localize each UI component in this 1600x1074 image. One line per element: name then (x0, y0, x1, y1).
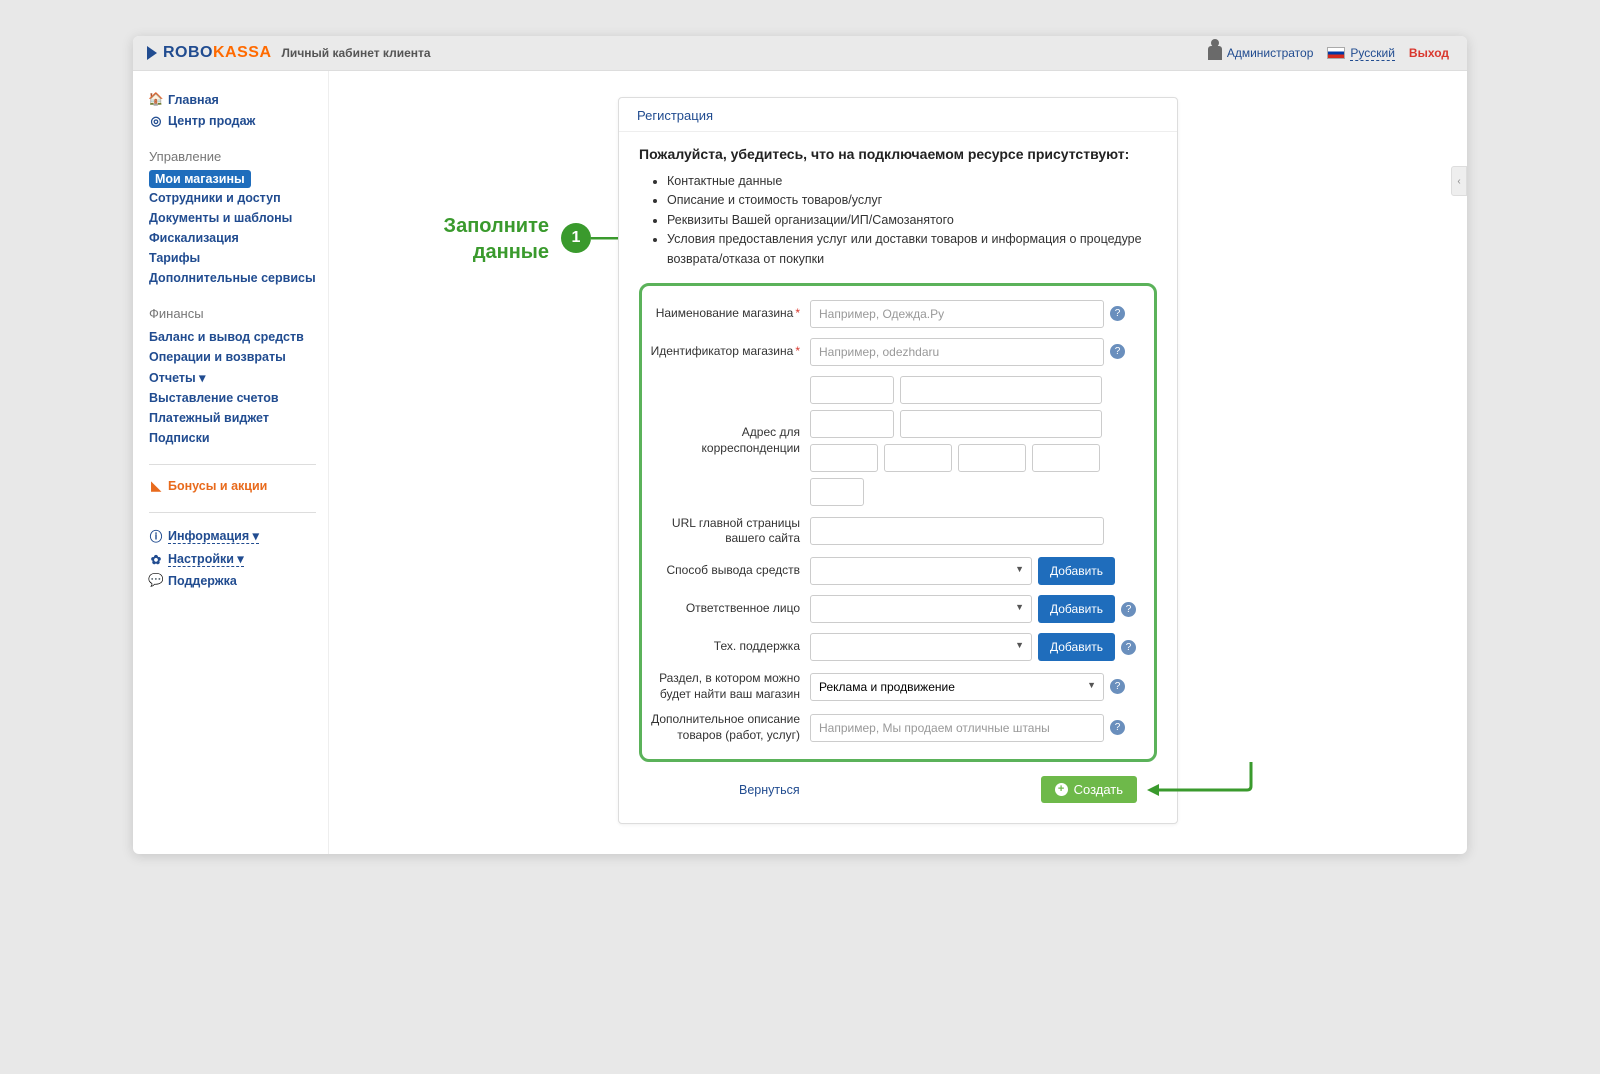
sidebar-section-fin: Финансы (149, 306, 316, 321)
logo-text-1: ROBO (163, 44, 213, 62)
help-icon[interactable]: ? (1121, 640, 1136, 655)
help-icon[interactable]: ? (1110, 679, 1125, 694)
sidebar-bonus[interactable]: ◣ Бонусы и акции (149, 475, 316, 496)
sidebar-settings[interactable]: ✿ Настройки ▾ (149, 548, 316, 570)
checklist: Контактные данные Описание и стоимость т… (667, 172, 1157, 269)
registration-card: Регистрация Пожалуйста, убедитесь, что н… (618, 97, 1178, 824)
sidebar-home[interactable]: 🏠 Главная (149, 89, 316, 110)
sidebar-info[interactable]: ⓘ Информация ▾ (149, 523, 316, 548)
label-withdraw: Способ вывода средств (642, 563, 810, 579)
card-tab[interactable]: Регистрация (619, 98, 1177, 132)
sidebar-home-label: Главная (168, 93, 219, 107)
sidebar-sales[interactable]: ◎ Центр продаж (149, 110, 316, 131)
sidebar-staff[interactable]: Сотрудники и доступ (149, 188, 316, 208)
help-icon[interactable]: ? (1110, 720, 1125, 735)
checklist-item: Контактные данные (667, 172, 1157, 191)
connector-arrow-2 (1141, 762, 1261, 822)
select-withdraw[interactable] (810, 557, 1032, 585)
label-store-id: Идентификатор магазина* (642, 344, 810, 360)
admin-label: Администратор (1227, 46, 1314, 60)
annotation-badge-1: 1 (561, 223, 591, 253)
select-support[interactable] (810, 633, 1032, 661)
create-button-label: Создать (1074, 782, 1123, 797)
help-icon[interactable]: ? (1110, 344, 1125, 359)
input-url[interactable] (810, 517, 1104, 545)
input-address-5[interactable] (810, 444, 878, 472)
user-icon (1208, 46, 1222, 60)
admin-link[interactable]: Администратор (1208, 46, 1314, 60)
card-heading: Пожалуйста, убедитесь, что на подключаем… (639, 146, 1157, 162)
main-area: Заполните данные 1 Регистрация Пожалуйст… (329, 71, 1467, 854)
sidebar-settings-label: Настройки ▾ (168, 551, 244, 567)
annotation-fill: Заполните данные (369, 213, 549, 265)
select-section[interactable]: Реклама и продвижение (810, 673, 1104, 701)
info-icon: ⓘ (149, 526, 163, 545)
input-address-3[interactable] (810, 410, 894, 438)
help-icon[interactable]: ? (1110, 306, 1125, 321)
sidebar-balance[interactable]: Баланс и вывод средств (149, 327, 316, 347)
plus-icon: + (1055, 783, 1068, 796)
add-responsible-button[interactable]: Добавить (1038, 595, 1115, 623)
logo-mark-icon (147, 46, 157, 60)
label-support: Тех. поддержка (642, 639, 810, 655)
input-address-4[interactable] (900, 410, 1102, 438)
input-desc[interactable] (810, 714, 1104, 742)
input-address-9[interactable] (810, 478, 864, 506)
sidebar-stores[interactable]: Мои магазины (149, 170, 251, 188)
input-store-id[interactable] (810, 338, 1104, 366)
sidebar-support[interactable]: 💬 Поддержка (149, 570, 316, 591)
label-address: Адрес для корреспонденции (642, 425, 810, 456)
help-icon[interactable]: ? (1121, 602, 1136, 617)
input-store-name[interactable] (810, 300, 1104, 328)
form-highlight: Наименование магазина* ? Идентификатор м… (639, 283, 1157, 763)
target-icon: ◎ (149, 113, 163, 128)
collapse-handle[interactable]: ‹ (1451, 166, 1467, 196)
gear-icon: ✿ (149, 552, 163, 567)
label-desc: Дополнительное описание товаров (работ, … (642, 712, 810, 743)
sidebar-widget[interactable]: Платежный виджет (149, 408, 316, 428)
chat-icon: 💬 (149, 573, 163, 588)
sidebar-fisc[interactable]: Фискализация (149, 228, 316, 248)
sidebar-reports[interactable]: Отчеты ▾ (149, 367, 316, 388)
logo: ROBOKASSA (147, 44, 272, 62)
sidebar-invoice[interactable]: Выставление счетов (149, 388, 316, 408)
input-address-1[interactable] (810, 376, 894, 404)
add-withdraw-button[interactable]: Добавить (1038, 557, 1115, 585)
header-subtitle: Личный кабинет клиента (282, 46, 431, 60)
sidebar-docs[interactable]: Документы и шаблоны (149, 208, 316, 228)
label-responsible: Ответственное лицо (642, 601, 810, 617)
sidebar-subs[interactable]: Подписки (149, 428, 316, 448)
lang-link[interactable]: Русский (1327, 46, 1395, 61)
checklist-item: Реквизиты Вашей организации/ИП/Самозанят… (667, 211, 1157, 230)
select-responsible[interactable] (810, 595, 1032, 623)
create-button[interactable]: + Создать (1041, 776, 1137, 803)
input-address-2[interactable] (900, 376, 1102, 404)
label-store-name: Наименование магазина* (642, 306, 810, 322)
label-url: URL главной страницы вашего сайта (642, 516, 810, 547)
logo-text-2: KASSA (213, 44, 272, 62)
home-icon: 🏠 (149, 92, 163, 107)
sidebar-ops[interactable]: Операции и возвраты (149, 347, 316, 367)
checklist-item: Условия предоставления услуг или доставк… (667, 230, 1157, 269)
sidebar-info-label: Информация ▾ (168, 528, 259, 544)
input-address-8[interactable] (1032, 444, 1100, 472)
lang-label: Русский (1350, 46, 1395, 61)
input-address-7[interactable] (958, 444, 1026, 472)
sidebar-sales-label: Центр продаж (168, 114, 255, 128)
sidebar-bonus-label: Бонусы и акции (168, 479, 267, 493)
logout-link[interactable]: Выход (1409, 46, 1449, 60)
checklist-item: Описание и стоимость товаров/услуг (667, 191, 1157, 210)
back-button[interactable]: Вернуться (739, 783, 800, 797)
add-support-button[interactable]: Добавить (1038, 633, 1115, 661)
label-section: Раздел, в котором можно будет найти ваш … (642, 671, 810, 702)
top-bar: ROBOKASSA Личный кабинет клиента Админис… (133, 36, 1467, 71)
ribbon-icon: ◣ (149, 478, 163, 493)
sidebar-section-mgmt: Управление (149, 149, 316, 164)
flag-ru-icon (1327, 47, 1345, 59)
sidebar: 🏠 Главная ◎ Центр продаж Управление Мои ма… (133, 71, 329, 854)
sidebar-tariffs[interactable]: Тарифы (149, 248, 316, 268)
sidebar-support-label: Поддержка (168, 574, 237, 588)
input-address-6[interactable] (884, 444, 952, 472)
sidebar-extra[interactable]: Дополнительные сервисы (149, 268, 316, 288)
